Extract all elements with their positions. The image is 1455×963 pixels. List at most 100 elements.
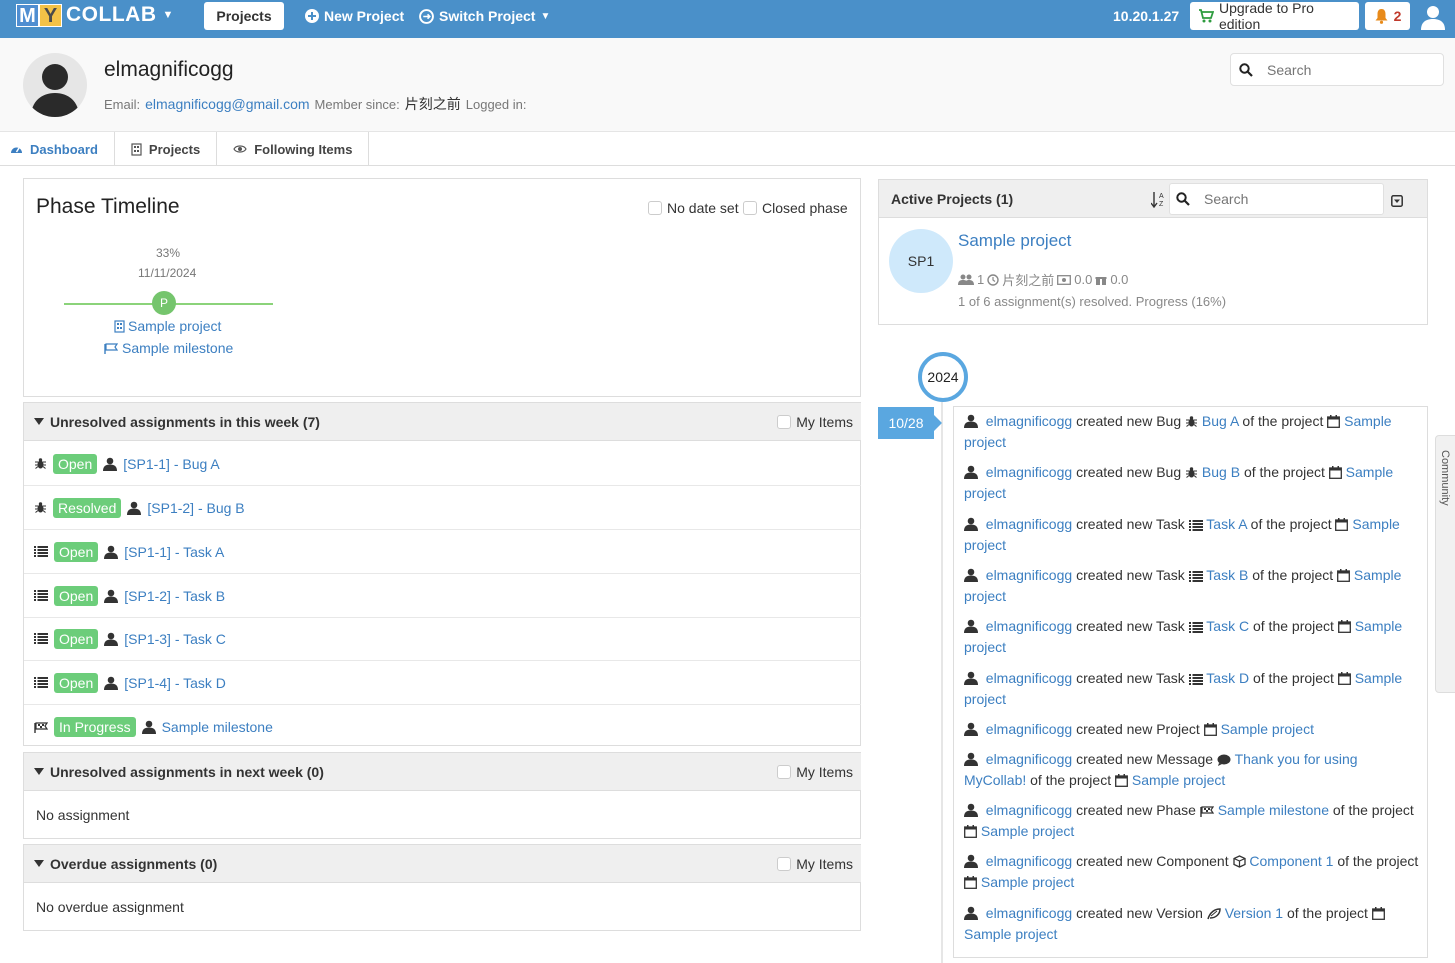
logo-caret-icon[interactable]: ▼ bbox=[163, 9, 174, 21]
activity-item-link[interactable]: Task D bbox=[1206, 670, 1249, 686]
assignment-row[interactable]: In Progress Sample milestone bbox=[24, 705, 861, 749]
my-items-checkbox[interactable] bbox=[777, 415, 792, 429]
activity-item-link[interactable]: Version 1 bbox=[1225, 905, 1283, 921]
this-week-my-items[interactable]: My Items bbox=[777, 414, 853, 430]
activity-project-link[interactable]: Sample project bbox=[981, 823, 1074, 839]
user-menu-icon[interactable] bbox=[1421, 4, 1445, 30]
assignment-link[interactable]: [SP1-2] - Task B bbox=[124, 588, 225, 604]
calendar-icon bbox=[1337, 672, 1351, 685]
app-logo[interactable]: M Y COLLAB ▼ bbox=[16, 3, 173, 27]
activity-project-link[interactable]: Sample project bbox=[1221, 721, 1314, 737]
my-items-checkbox[interactable] bbox=[777, 857, 792, 871]
next-week-my-items[interactable]: My Items bbox=[777, 764, 853, 780]
milestone-project-link[interactable]: Sample project bbox=[128, 318, 221, 334]
activity-user-link[interactable]: elmagnificogg bbox=[986, 464, 1072, 480]
my-items-checkbox[interactable] bbox=[777, 765, 792, 779]
calendar-icon bbox=[1203, 723, 1217, 736]
milestone-name[interactable]: Sample milestone bbox=[104, 340, 233, 356]
activity-suffix: of the project bbox=[1250, 516, 1332, 532]
activity-suffix: of the project bbox=[1252, 618, 1334, 634]
assignment-link[interactable]: [SP1-4] - Task D bbox=[124, 675, 226, 691]
assignment-link[interactable]: [SP1-1] - Bug A bbox=[123, 456, 220, 472]
user-icon bbox=[964, 619, 978, 633]
project-meta: 1 片刻之前 0.0 0.0 bbox=[958, 270, 1128, 289]
milestone-name-link[interactable]: Sample milestone bbox=[122, 340, 233, 356]
activity-user-link[interactable]: elmagnificogg bbox=[986, 670, 1072, 686]
switch-project-button[interactable]: Switch Project ▼ bbox=[419, 8, 550, 24]
milestone-dot[interactable]: P bbox=[152, 291, 176, 315]
activity-verb: created new Component bbox=[1076, 853, 1229, 869]
overdue-my-items[interactable]: My Items bbox=[777, 856, 853, 872]
activity-project-link[interactable]: Sample project bbox=[981, 874, 1074, 890]
assignment-row[interactable]: Open [SP1-1] - Task A bbox=[24, 530, 861, 574]
notification-button[interactable]: 2 bbox=[1365, 2, 1410, 30]
project-name-link[interactable]: Sample project bbox=[958, 231, 1071, 251]
new-project-button[interactable]: New Project bbox=[305, 8, 404, 24]
tab-projects[interactable]: Projects bbox=[115, 132, 218, 166]
activity-item: elmagnificogg created new Task Task D of… bbox=[964, 668, 1422, 710]
notification-count: 2 bbox=[1393, 8, 1402, 24]
server-ip: 10.20.1.27 bbox=[1113, 8, 1180, 24]
profile-search-box[interactable] bbox=[1230, 53, 1444, 86]
status-badge: Resolved bbox=[53, 497, 122, 518]
gift-icon bbox=[1095, 274, 1107, 285]
community-label: Community bbox=[1439, 450, 1451, 506]
activity-user-link[interactable]: elmagnificogg bbox=[986, 802, 1072, 818]
assignment-link[interactable]: [SP1-2] - Bug B bbox=[147, 500, 244, 516]
profile-meta: Email: elmagnificogg@gmail.com Member si… bbox=[104, 94, 527, 114]
activity-item: elmagnificogg created new Message Thank … bbox=[964, 749, 1422, 791]
overdue-header[interactable]: Overdue assignments (0) My Items bbox=[24, 845, 861, 883]
activity-item-link[interactable]: Task A bbox=[1206, 516, 1246, 532]
activity-item-link[interactable]: Task B bbox=[1206, 567, 1248, 583]
assignment-row[interactable]: Open [SP1-2] - Task B bbox=[24, 574, 861, 618]
activity-item-link[interactable]: Task C bbox=[1206, 618, 1249, 634]
activity-user-link[interactable]: elmagnificogg bbox=[986, 905, 1072, 921]
user-icon bbox=[964, 465, 978, 479]
active-projects-search-input[interactable] bbox=[1204, 191, 1374, 207]
activity-item-link[interactable]: Component 1 bbox=[1249, 853, 1333, 869]
my-items-label: My Items bbox=[796, 856, 853, 872]
tab-following-label: Following Items bbox=[254, 141, 353, 157]
legend-no-date-label: No date set bbox=[667, 200, 739, 216]
task-icon bbox=[1188, 520, 1203, 531]
assignment-link[interactable]: Sample milestone bbox=[162, 719, 273, 735]
activity-stream: elmagnificogg created new Bug Bug A of t… bbox=[953, 406, 1428, 958]
upgrade-button[interactable]: Upgrade to Pro edition bbox=[1190, 0, 1359, 32]
assignment-row[interactable]: Open [SP1-3] - Task C bbox=[24, 617, 861, 661]
profile-header: elmagnificogg Email: elmagnificogg@gmail… bbox=[0, 38, 1455, 132]
user-icon bbox=[141, 720, 156, 734]
profile-search-input[interactable] bbox=[1267, 61, 1427, 78]
activity-project-link[interactable]: Sample project bbox=[1132, 772, 1225, 788]
sort-icon[interactable]: AZ bbox=[1151, 190, 1166, 208]
activity-project-link[interactable]: Sample project bbox=[964, 926, 1057, 942]
community-side-tab[interactable]: Community bbox=[1435, 435, 1455, 693]
active-projects-search[interactable] bbox=[1169, 183, 1384, 215]
activity-verb: created new Project bbox=[1076, 721, 1200, 737]
email-link[interactable]: elmagnificogg@gmail.com bbox=[145, 96, 309, 112]
activity-user-link[interactable]: elmagnificogg bbox=[986, 618, 1072, 634]
activity-user-link[interactable]: elmagnificogg bbox=[986, 413, 1072, 429]
next-week-header[interactable]: Unresolved assignments in next week (0) … bbox=[24, 753, 861, 791]
activity-item-link[interactable]: Bug A bbox=[1202, 413, 1239, 429]
activity-item-link[interactable]: Sample milestone bbox=[1218, 802, 1329, 818]
tab-dashboard[interactable]: Dashboard bbox=[0, 132, 115, 166]
projects-button[interactable]: Projects bbox=[204, 2, 284, 30]
assignment-row[interactable]: Open [SP1-4] - Task D bbox=[24, 661, 861, 705]
milestone-project[interactable]: Sample project bbox=[114, 318, 221, 334]
assignment-row[interactable]: Open [SP1-1] - Bug A bbox=[24, 442, 861, 486]
dropdown-toggle-icon[interactable] bbox=[1391, 192, 1403, 208]
calendar-icon bbox=[964, 825, 977, 838]
activity-user-link[interactable]: elmagnificogg bbox=[986, 751, 1072, 767]
assignment-link[interactable]: [SP1-1] - Task A bbox=[124, 544, 224, 560]
tab-following-items[interactable]: Following Items bbox=[217, 132, 370, 166]
project-avatar[interactable]: SP1 bbox=[889, 229, 953, 293]
assignment-link[interactable]: [SP1-3] - Task C bbox=[124, 631, 226, 647]
activity-user-link[interactable]: elmagnificogg bbox=[986, 721, 1072, 737]
top-navbar: M Y COLLAB ▼ Projects New Project Switch… bbox=[0, 0, 1455, 38]
activity-user-link[interactable]: elmagnificogg bbox=[986, 516, 1072, 532]
activity-user-link[interactable]: elmagnificogg bbox=[986, 567, 1072, 583]
assignment-row[interactable]: Resolved [SP1-2] - Bug B bbox=[24, 486, 861, 530]
activity-user-link[interactable]: elmagnificogg bbox=[986, 853, 1072, 869]
this-week-header[interactable]: Unresolved assignments in this week (7) … bbox=[24, 403, 861, 441]
activity-item-link[interactable]: Bug B bbox=[1202, 464, 1240, 480]
